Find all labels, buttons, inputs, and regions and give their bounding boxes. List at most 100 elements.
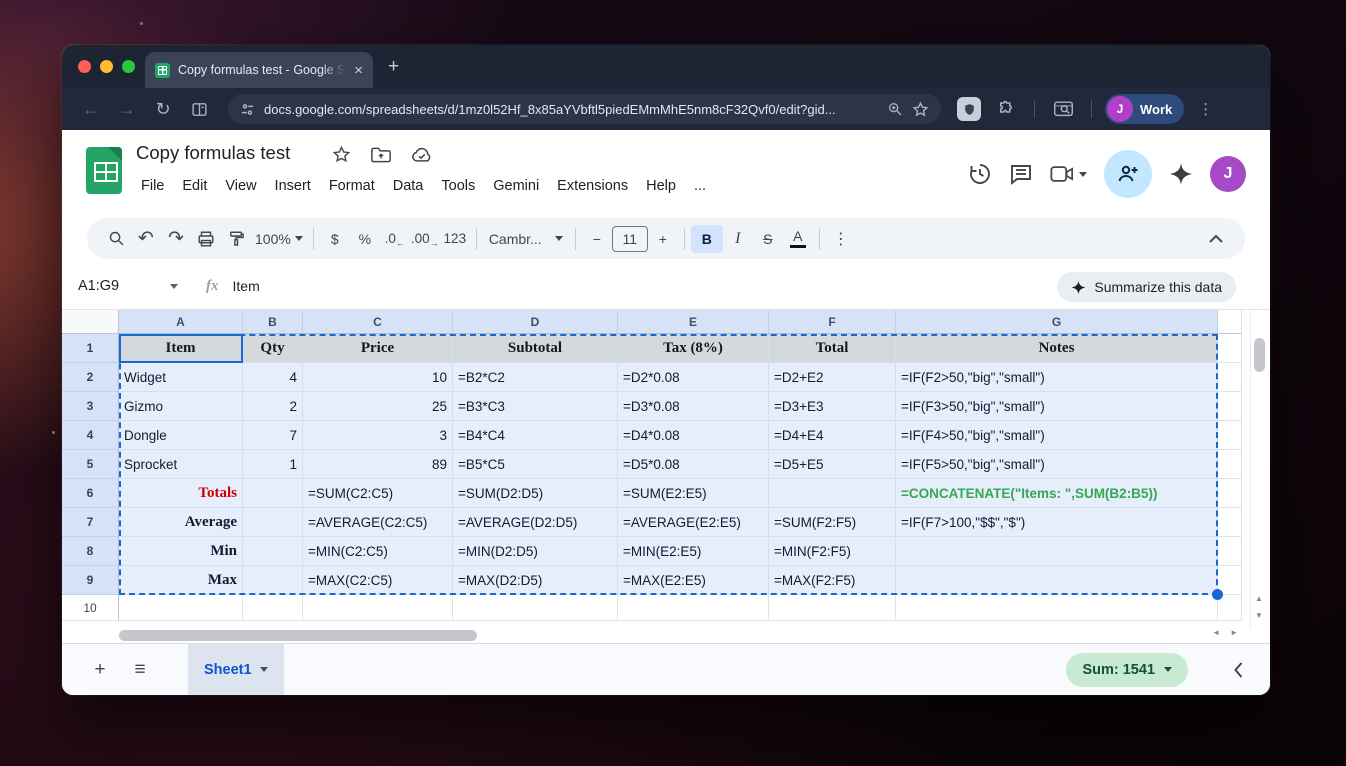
cell-C7[interactable]: =AVERAGE(C2:C5) — [303, 508, 453, 537]
redo-icon[interactable]: ↷ — [161, 225, 191, 253]
cell-A2[interactable]: Widget — [119, 363, 243, 392]
back-icon[interactable]: ← — [76, 99, 106, 120]
row-header-6[interactable]: 6 — [62, 479, 119, 508]
cell-A7[interactable]: Average — [119, 508, 243, 537]
cell-D9[interactable]: =MAX(D2:D5) — [453, 566, 618, 595]
horizontal-scroll-arrows[interactable]: ◄► — [1212, 628, 1248, 637]
cell-A10[interactable] — [119, 595, 243, 621]
paint-format-icon[interactable] — [221, 225, 251, 253]
column-header-A[interactable]: A — [119, 310, 243, 334]
cell-F1[interactable]: Total — [769, 334, 896, 363]
horizontal-scrollbar[interactable] — [62, 628, 1250, 643]
menu-gemini[interactable]: Gemini — [484, 174, 548, 198]
cell-D7[interactable]: =AVERAGE(D2:D5) — [453, 508, 618, 537]
cell-C2[interactable]: 10 — [303, 363, 453, 392]
document-title[interactable]: Copy formulas test — [136, 142, 290, 164]
cell-B4[interactable]: 7 — [243, 421, 303, 450]
cell-G10[interactable] — [896, 595, 1218, 621]
close-tab-icon[interactable]: × — [354, 63, 363, 78]
cell-G7[interactable]: =IF(F7>100,"$$","$") — [896, 508, 1218, 537]
browser-profile-button[interactable]: J Work — [1105, 94, 1184, 124]
cell-E10[interactable] — [618, 595, 769, 621]
share-button[interactable] — [1104, 150, 1152, 198]
browser-menu-icon[interactable]: ⋮ — [1198, 100, 1213, 118]
decrease-font-size-button[interactable]: − — [582, 225, 612, 253]
bookmark-star-icon[interactable] — [912, 101, 929, 118]
cell-B10[interactable] — [243, 595, 303, 621]
cell-partial[interactable] — [1218, 363, 1242, 392]
reload-icon[interactable]: ↻ — [148, 99, 178, 120]
collapse-toolbar-icon[interactable] — [1201, 225, 1231, 253]
column-header-G[interactable]: G — [896, 310, 1218, 334]
sheets-logo[interactable] — [86, 147, 122, 194]
zoom-page-icon[interactable] — [887, 101, 903, 117]
cell-C10[interactable] — [303, 595, 453, 621]
menu-view[interactable]: View — [216, 174, 265, 198]
cell-D3[interactable]: =B3*C3 — [453, 392, 618, 421]
cell-A4[interactable]: Dongle — [119, 421, 243, 450]
cell-G3[interactable]: =IF(F3>50,"big","small") — [896, 392, 1218, 421]
tab-search-icon[interactable] — [1048, 101, 1078, 118]
row-header-7[interactable]: 7 — [62, 508, 119, 537]
vertical-scrollbar-thumb[interactable] — [1254, 338, 1265, 372]
menu-data[interactable]: Data — [384, 174, 433, 198]
cell-G6[interactable]: =CONCATENATE("Items: ",SUM(B2:B5)) — [896, 479, 1218, 508]
format-percent-button[interactable]: % — [350, 225, 380, 253]
column-header-B[interactable]: B — [243, 310, 303, 334]
search-menus-icon[interactable] — [101, 225, 131, 253]
bold-button[interactable]: B — [691, 225, 723, 253]
more-formats-button[interactable]: 123 — [440, 225, 470, 253]
cell-B9[interactable] — [243, 566, 303, 595]
menu-[interactable]: ... — [685, 174, 715, 198]
row-header-1[interactable]: 1 — [62, 334, 119, 363]
version-history-icon[interactable] — [968, 162, 992, 186]
row-header-5[interactable]: 5 — [62, 450, 119, 479]
italic-button[interactable]: I — [723, 225, 753, 253]
cell-C6[interactable]: =SUM(C2:C5) — [303, 479, 453, 508]
text-color-button[interactable]: A — [783, 225, 813, 253]
zoom-select[interactable]: 100% — [251, 225, 307, 253]
undo-icon[interactable]: ↶ — [131, 225, 161, 253]
sum-badge[interactable]: Sum: 1541 — [1066, 653, 1188, 687]
menu-format[interactable]: Format — [320, 174, 384, 198]
menu-tools[interactable]: Tools — [432, 174, 484, 198]
menu-insert[interactable]: Insert — [266, 174, 320, 198]
cell-A3[interactable]: Gizmo — [119, 392, 243, 421]
sheet-tab-sheet1[interactable]: Sheet1 — [188, 644, 284, 695]
cell-A6[interactable]: Totals — [119, 479, 243, 508]
cell-E9[interactable]: =MAX(E2:E5) — [618, 566, 769, 595]
format-currency-button[interactable]: $ — [320, 225, 350, 253]
fill-handle[interactable] — [1212, 589, 1223, 600]
join-call-button[interactable] — [1050, 164, 1087, 184]
cell-C3[interactable]: 25 — [303, 392, 453, 421]
cell-partial[interactable] — [1218, 595, 1242, 621]
select-all-corner[interactable] — [62, 310, 119, 334]
cell-partial[interactable] — [1218, 421, 1242, 450]
cloud-saved-icon[interactable] — [411, 146, 433, 164]
more-toolbar-icon[interactable]: ⋮ — [826, 225, 856, 253]
font-size-input[interactable]: 11 — [612, 226, 648, 252]
show-side-panel-icon[interactable] — [1233, 662, 1244, 678]
vertical-scrollbar[interactable] — [1250, 310, 1268, 628]
cell-B1[interactable]: Qty — [243, 334, 303, 363]
menu-edit[interactable]: Edit — [173, 174, 216, 198]
cell-C5[interactable]: 89 — [303, 450, 453, 479]
star-document-icon[interactable] — [332, 145, 351, 164]
forward-icon[interactable]: → — [112, 99, 142, 120]
summarize-data-button[interactable]: Summarize this data — [1057, 272, 1236, 302]
increase-font-size-button[interactable]: + — [648, 225, 678, 253]
cell-C8[interactable]: =MIN(C2:C5) — [303, 537, 453, 566]
cell-D10[interactable] — [453, 595, 618, 621]
cell-D5[interactable]: =B5*C5 — [453, 450, 618, 479]
cell-F2[interactable]: =D2+E2 — [769, 363, 896, 392]
print-icon[interactable] — [191, 225, 221, 253]
cell-F7[interactable]: =SUM(F2:F5) — [769, 508, 896, 537]
column-header-partial[interactable] — [1218, 310, 1242, 334]
cell-D4[interactable]: =B4*C4 — [453, 421, 618, 450]
extensions-puzzle-icon[interactable] — [991, 100, 1021, 118]
cell-C1[interactable]: Price — [303, 334, 453, 363]
address-bar[interactable]: docs.google.com/spreadsheets/d/1mz0l52Hf… — [228, 94, 941, 124]
cell-C4[interactable]: 3 — [303, 421, 453, 450]
cell-A1[interactable]: Item — [119, 334, 243, 363]
cell-G5[interactable]: =IF(F5>50,"big","small") — [896, 450, 1218, 479]
